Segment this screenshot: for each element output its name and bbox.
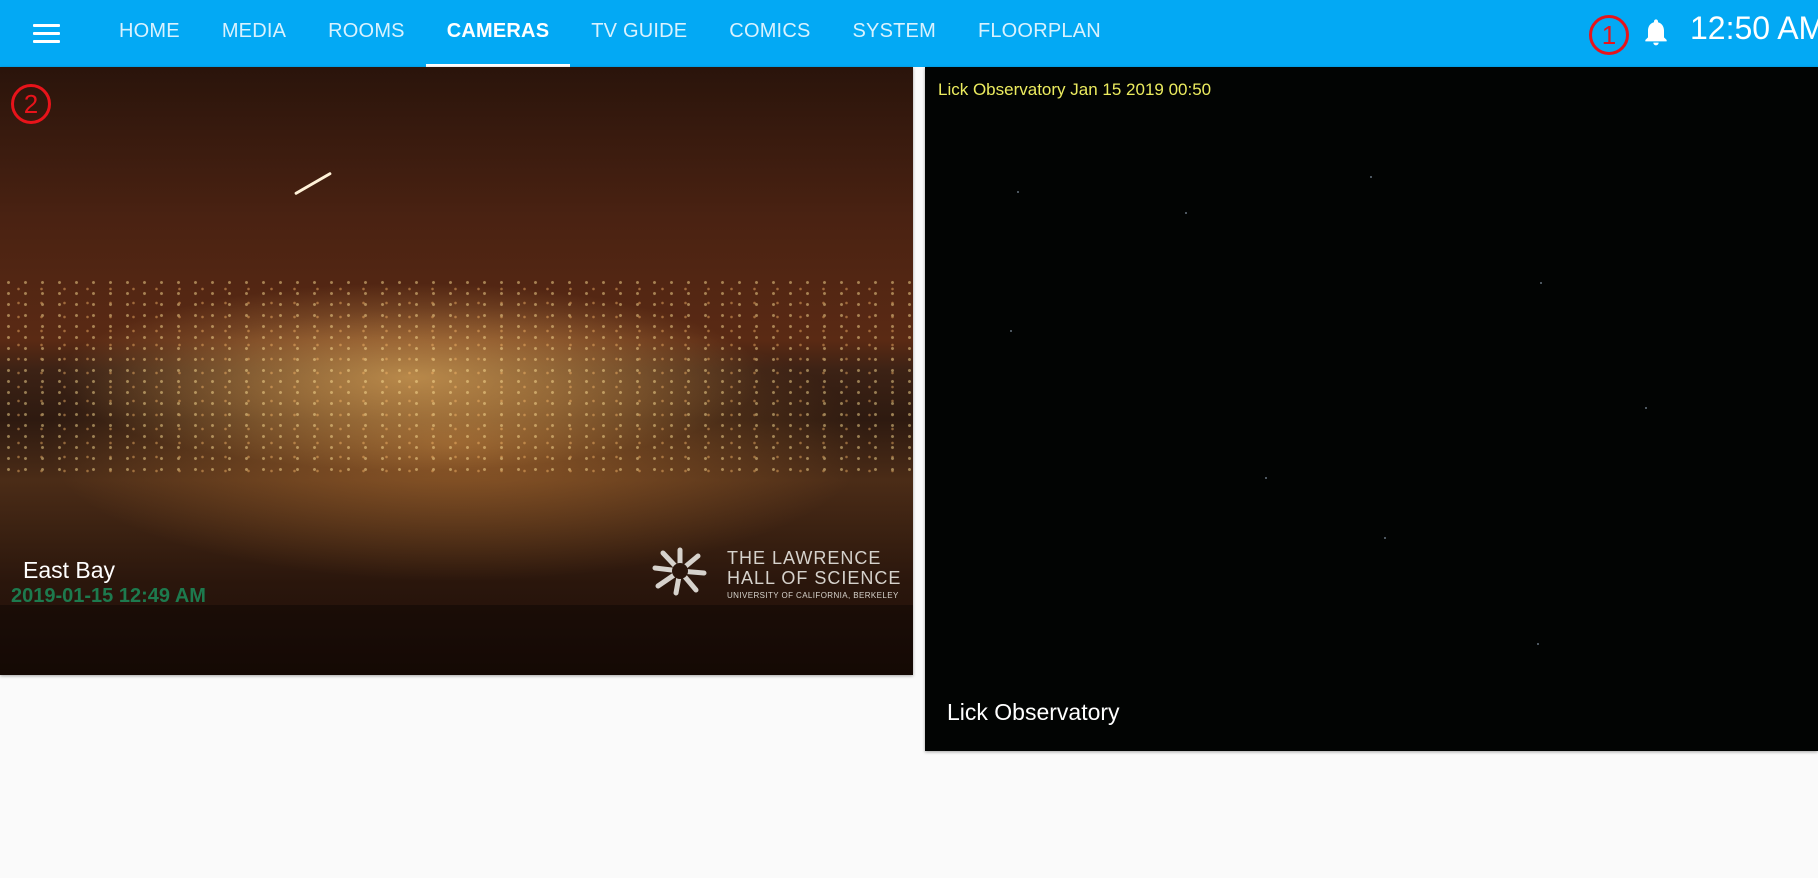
star	[1384, 537, 1386, 539]
annotation-marker-2: 2	[11, 84, 51, 124]
camera-image-city-lights	[0, 277, 913, 477]
bell-icon[interactable]	[1640, 14, 1672, 50]
star	[1540, 282, 1542, 284]
tab-rooms[interactable]: ROOMS	[307, 0, 426, 67]
camera-caption-bar	[0, 605, 913, 675]
star	[1017, 191, 1019, 193]
tab-cameras[interactable]: CAMERAS	[425, 0, 571, 67]
star	[1370, 176, 1372, 178]
camera-image-timestamp: 2019-01-15 12:49 AM	[11, 585, 206, 607]
tab-comics[interactable]: COMICS	[708, 0, 831, 67]
hamburger-menu-icon[interactable]	[30, 20, 60, 46]
star	[1537, 643, 1539, 645]
lawrence-hall-logo-icon	[652, 547, 707, 596]
camera-card-lick-observatory[interactable]: Lick Observatory Jan 15 2019 00:50 Lick …	[925, 67, 1818, 751]
watermark-line-1: THE LAWRENCE	[727, 548, 882, 568]
watermark-line-3: UNIVERSITY OF CALIFORNIA, BERKELEY	[727, 591, 899, 600]
lawrence-hall-watermark: THE LAWRENCE HALL OF SCIENCE UNIVERSITY …	[727, 548, 901, 600]
camera-image-timestamp: Lick Observatory Jan 15 2019 00:50	[938, 80, 1212, 99]
annotation-marker-1: 1	[1589, 15, 1629, 55]
tab-bar: HOME MEDIA ROOMS CAMERAS TV GUIDE COMICS…	[98, 0, 1122, 67]
camera-image-light-streak	[294, 171, 332, 196]
tab-home[interactable]: HOME	[98, 0, 201, 67]
tab-tv-guide[interactable]: TV GUIDE	[570, 0, 708, 67]
top-toolbar: HOME MEDIA ROOMS CAMERAS TV GUIDE COMICS…	[0, 0, 1818, 67]
camera-name-east-bay: East Bay	[23, 557, 116, 583]
tab-system[interactable]: SYSTEM	[832, 0, 957, 67]
star	[1265, 477, 1267, 479]
watermark-line-2: HALL OF SCIENCE	[727, 568, 902, 588]
star	[1010, 330, 1012, 332]
star	[1645, 407, 1647, 409]
tab-floorplan[interactable]: FLOORPLAN	[957, 0, 1122, 67]
clock: 12:50 AM	[1690, 10, 1818, 46]
camera-name-lick-observatory: Lick Observatory	[947, 699, 1120, 725]
star	[1185, 212, 1187, 214]
tab-media[interactable]: MEDIA	[201, 0, 307, 67]
